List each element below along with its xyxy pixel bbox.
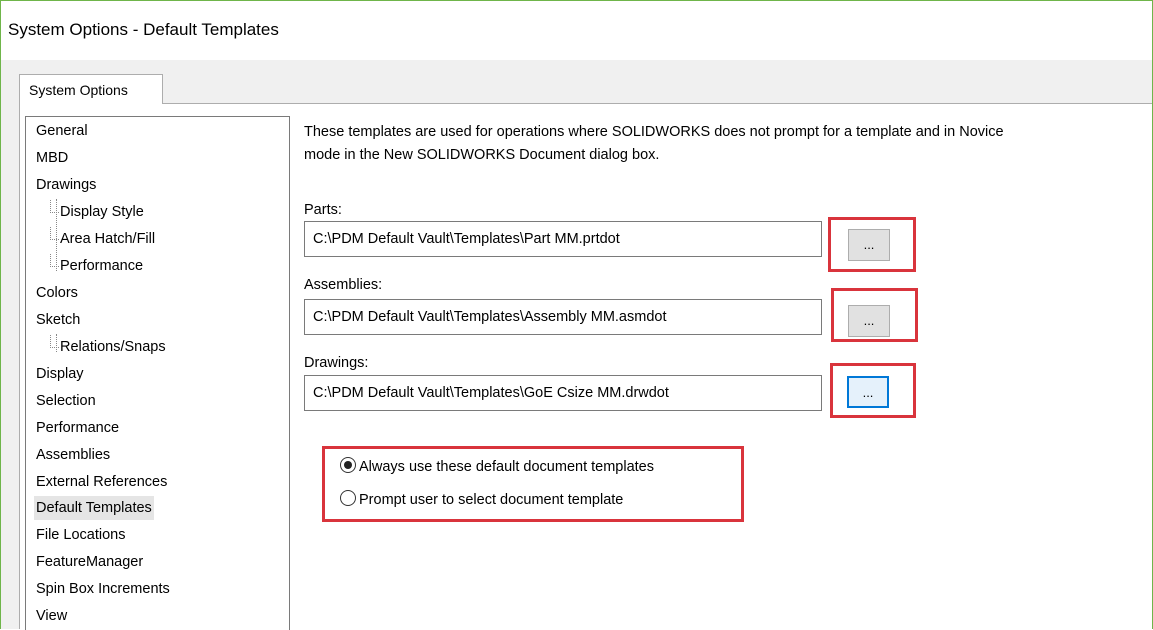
tree-branch-icon (50, 254, 59, 267)
drawings-template-field[interactable] (304, 375, 822, 411)
tree-item-colors[interactable]: Colors (34, 281, 80, 305)
tree-item-label: Selection (36, 393, 96, 409)
templates-description: These templates are used for operations … (304, 124, 1004, 163)
tree-branch-icon (50, 227, 59, 240)
tree-item-label: Display (36, 366, 84, 382)
tree-item-label: Relations/Snaps (60, 339, 166, 355)
tree-item-label: General (36, 123, 88, 139)
tree-item-label: Performance (36, 420, 120, 436)
tree-item-sketch[interactable]: Sketch (34, 308, 82, 332)
tab-strip: System Options (19, 74, 1152, 104)
tree-branch-icon (50, 200, 59, 213)
radio-unchecked-icon[interactable] (340, 490, 356, 507)
prompt-user-option[interactable]: Prompt user to select document template (340, 489, 623, 511)
tree-item-label: Spin Box Increments (36, 581, 170, 597)
tree-item-area-hatch-fill[interactable]: Area Hatch/Fill (48, 227, 157, 251)
parts-template-field[interactable] (304, 221, 822, 257)
tree-item-display[interactable]: Display (34, 362, 86, 386)
tree-item-label: View (36, 608, 68, 624)
tree-item-selection[interactable]: Selection (34, 389, 98, 413)
tree-item-label: Default Templates (36, 500, 152, 516)
tree-item-default-templates[interactable]: Default Templates (34, 496, 154, 520)
tree-item-display-style[interactable]: Display Style (48, 200, 146, 224)
tree-item-assemblies[interactable]: Assemblies (34, 443, 112, 467)
tree-item-performance[interactable]: Performance (34, 416, 121, 440)
tree-item-view[interactable]: View (34, 604, 69, 628)
tree-item-label: Drawings (36, 177, 97, 193)
always-use-default-option[interactable]: Always use these default document templa… (340, 456, 654, 478)
tree-item-label: Area Hatch/Fill (60, 231, 156, 247)
assemblies-browse-button[interactable]: ... (848, 305, 890, 337)
assemblies-label: Assemblies: (304, 277, 383, 293)
prompt-user-label: Prompt user to select document template (359, 492, 624, 508)
tree-item-featuremanager[interactable]: FeatureManager (34, 550, 145, 574)
tree-item-label: FeatureManager (36, 554, 144, 570)
tree-item-spin-box-increments[interactable]: Spin Box Increments (34, 577, 172, 601)
window-title: System Options - Default Templates (8, 20, 279, 39)
tree-item-label: External References (36, 474, 168, 490)
radio-checked-icon[interactable] (340, 457, 356, 474)
tree-item-general[interactable]: General (34, 119, 90, 143)
tree-item-mbd[interactable]: MBD (34, 146, 70, 170)
options-tree[interactable]: General MBD Drawings Display Style Area … (25, 116, 290, 630)
always-use-default-label: Always use these default document templa… (359, 459, 654, 475)
tree-item-label: Assemblies (36, 447, 111, 463)
tree-item-drawings[interactable]: Drawings (34, 173, 98, 197)
tab-system-options[interactable]: System Options (19, 74, 163, 104)
tree-item-label: Performance (60, 258, 144, 274)
assemblies-template-field[interactable] (304, 299, 822, 335)
title-bar: System Options - Default Templates (1, 1, 1152, 60)
parts-label: Parts: (304, 202, 342, 218)
tree-item-label: Sketch (36, 312, 81, 328)
tree-item-external-references[interactable]: External References (34, 470, 169, 494)
tree-item-relations-snaps[interactable]: Relations/Snaps (48, 335, 168, 359)
tree-item-label: File Locations (36, 527, 126, 543)
tree-item-label: MBD (36, 150, 69, 166)
tree-item-drawings-performance[interactable]: Performance (48, 254, 145, 278)
drawings-browse-button[interactable]: ... (847, 376, 889, 408)
drawings-label: Drawings: (304, 355, 369, 371)
tree-item-label: Display Style (60, 204, 144, 220)
tree-item-label: Colors (36, 285, 78, 301)
parts-browse-button[interactable]: ... (848, 229, 890, 261)
tree-item-file-locations[interactable]: File Locations (34, 523, 127, 547)
tree-branch-icon (50, 335, 59, 348)
